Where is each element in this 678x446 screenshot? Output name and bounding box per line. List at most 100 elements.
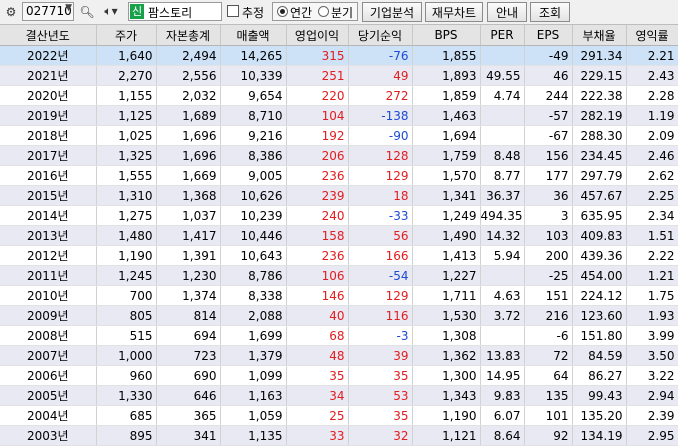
cell-year: 2005년 — [0, 385, 97, 406]
table-row[interactable]: 2021년 2,270 2,556 10,339 251 49 1,893 49.55 46 22… — [0, 65, 678, 86]
cell-revenue: 10,239 — [220, 205, 287, 226]
column-header-price[interactable]: 주가 — [96, 25, 157, 46]
column-header-revenue[interactable]: 매출액 — [220, 25, 287, 46]
cell-bps: 1,300 — [412, 365, 481, 386]
table-row[interactable]: 2013년 1,480 1,417 10,446 158 56 1,490 14.32 103 4… — [0, 225, 678, 246]
cell-revenue: 8,710 — [220, 105, 287, 126]
cell-year: 2020년 — [0, 85, 97, 106]
annual-radio[interactable] — [277, 6, 288, 17]
company-analysis-button[interactable]: 기업분석 — [362, 2, 422, 22]
column-header-net-income[interactable]: 당기순익 — [348, 25, 413, 46]
table-row[interactable]: 2016년 1,555 1,669 9,005 236 129 1,570 8.77 177 29… — [0, 165, 678, 186]
quarter-radio[interactable] — [318, 6, 329, 17]
column-header-year[interactable]: 결산년도 — [0, 25, 97, 46]
column-header-operating-profit[interactable]: 영업이익 — [286, 25, 349, 46]
cell-op-margin: 2.28 — [626, 85, 678, 106]
speaker-icon[interactable]: 🔈︎▾ — [98, 2, 124, 21]
cell-price: 1,640 — [96, 45, 157, 66]
table-row[interactable]: 2005년 1,330 646 1,163 34 53 1,343 9.83 135 99.43 2… — [0, 385, 678, 406]
cell-per: 49.55 — [480, 65, 525, 86]
cell-equity: 2,494 — [156, 45, 221, 66]
cell-bps: 1,343 — [412, 385, 481, 406]
chevron-down-icon[interactable]: ▼ — [65, 3, 72, 13]
cell-per: 9.83 — [480, 385, 525, 406]
table-row[interactable]: 2008년 515 694 1,699 68 -3 1,308 -6 151.80 3.99 — [0, 325, 678, 346]
cell-price: 1,125 — [96, 105, 157, 126]
column-header-bps[interactable]: BPS — [412, 25, 481, 46]
cell-net-income: 35 — [348, 365, 413, 386]
cell-per: 5.94 — [480, 245, 525, 266]
table-row[interactable]: 2004년 685 365 1,059 25 35 1,190 6.07 101 135.20 2.… — [0, 405, 678, 426]
column-header-op-margin[interactable]: 영익률 — [626, 25, 678, 46]
table-row[interactable]: 2017년 1,325 1,696 8,386 206 128 1,759 8.48 156 23… — [0, 145, 678, 166]
guide-button[interactable]: 안내 — [487, 2, 527, 22]
table-row[interactable]: 2006년 960 690 1,099 35 35 1,300 14.95 64 86.27 3.2… — [0, 365, 678, 386]
cell-op-margin: 3.50 — [626, 345, 678, 366]
table-row[interactable]: 2019년 1,125 1,689 8,710 104 -138 1,463 -57 282.1… — [0, 105, 678, 126]
cell-operating-profit: 40 — [286, 305, 349, 326]
cell-price: 960 — [96, 365, 157, 386]
search-icon[interactable]: 🔍︎ — [78, 2, 96, 21]
cell-operating-profit: 35 — [286, 365, 349, 386]
table-row[interactable]: 2010년 700 1,374 8,338 146 129 1,711 4.63 151 224.… — [0, 285, 678, 306]
table-row[interactable]: 2015년 1,310 1,368 10,626 239 18 1,341 36.37 36 45… — [0, 185, 678, 206]
stock-code-input[interactable]: 027710 ▼ — [22, 2, 74, 21]
settings-gear-icon[interactable]: ⚙ — [2, 2, 20, 21]
cell-bps: 1,308 — [412, 325, 481, 346]
cell-per: 8.48 — [480, 145, 525, 166]
cell-eps: 3 — [524, 205, 573, 226]
financial-chart-button[interactable]: 재무차트 — [425, 2, 483, 22]
cell-price: 1,000 — [96, 345, 157, 366]
cell-bps: 1,362 — [412, 345, 481, 366]
estimate-label: 추정 — [242, 6, 265, 20]
column-header-equity[interactable]: 자본총계 — [156, 25, 221, 46]
column-header-per[interactable]: PER — [480, 25, 525, 46]
cell-operating-profit: 206 — [286, 145, 349, 166]
cell-bps: 1,413 — [412, 245, 481, 266]
cell-per: 36.37 — [480, 185, 525, 206]
cell-op-margin: 2.22 — [626, 245, 678, 266]
table-row[interactable]: 2018년 1,025 1,696 9,216 192 -90 1,694 -67 288.30… — [0, 125, 678, 146]
cell-year: 2013년 — [0, 225, 97, 246]
cell-net-income: 53 — [348, 385, 413, 406]
cell-eps: 135 — [524, 385, 573, 406]
cell-op-margin: 2.94 — [626, 385, 678, 406]
column-header-debt-ratio[interactable]: 부채율 — [572, 25, 627, 46]
table-row[interactable]: 2011년 1,245 1,230 8,786 106 -54 1,227 -25 454.00… — [0, 265, 678, 286]
table-row[interactable]: 2007년 1,000 723 1,379 48 39 1,362 13.83 72 84.59 3… — [0, 345, 678, 366]
search-button[interactable]: 조회 — [530, 2, 570, 22]
table-row[interactable]: 2009년 805 814 2,088 40 116 1,530 3.72 216 123.60 1… — [0, 305, 678, 326]
cell-per: 6.07 — [480, 405, 525, 426]
cell-op-margin: 2.62 — [626, 165, 678, 186]
table-row[interactable]: 2020년 1,155 2,032 9,654 220 272 1,859 4.74 244 22… — [0, 85, 678, 106]
toolbar: ⚙ 027710 ▼ 🔍︎ 🔈︎▾ 신 팜스토리 추정 연간 분기 기업분석 재… — [0, 0, 678, 25]
cell-revenue: 2,088 — [220, 305, 287, 326]
cell-eps: 64 — [524, 365, 573, 386]
cell-equity: 1,374 — [156, 285, 221, 306]
cell-op-margin: 3.22 — [626, 365, 678, 386]
column-header-eps[interactable]: EPS — [524, 25, 573, 46]
cell-bps: 1,341 — [412, 185, 481, 206]
table-row[interactable]: 2012년 1,190 1,391 10,643 236 166 1,413 5.94 200 4… — [0, 245, 678, 266]
cell-revenue: 10,626 — [220, 185, 287, 206]
cell-debt-ratio: 86.27 — [572, 365, 627, 386]
company-name-field[interactable]: 신 팜스토리 — [128, 2, 222, 21]
cell-net-income: 166 — [348, 245, 413, 266]
table-row[interactable]: 2014년 1,275 1,037 10,239 240 -33 1,249 494.35 3 6… — [0, 205, 678, 226]
cell-op-margin: 2.25 — [626, 185, 678, 206]
cell-per: 13.83 — [480, 345, 525, 366]
cell-equity: 2,032 — [156, 85, 221, 106]
cell-op-margin: 1.21 — [626, 265, 678, 286]
estimate-checkbox[interactable] — [227, 5, 239, 17]
cell-per: 4.74 — [480, 85, 525, 106]
cell-equity: 2,556 — [156, 65, 221, 86]
cell-op-margin: 2.46 — [626, 145, 678, 166]
cell-price: 1,190 — [96, 245, 157, 266]
cell-net-income: -3 — [348, 325, 413, 346]
cell-op-margin: 2.09 — [626, 125, 678, 146]
cell-op-margin: 2.43 — [626, 65, 678, 86]
cell-year: 2004년 — [0, 405, 97, 426]
cell-net-income: 35 — [348, 405, 413, 426]
cell-eps: 72 — [524, 345, 573, 366]
table-row[interactable]: 2022년 1,640 2,494 14,265 315 -76 1,855 -49 291.3… — [0, 45, 678, 66]
